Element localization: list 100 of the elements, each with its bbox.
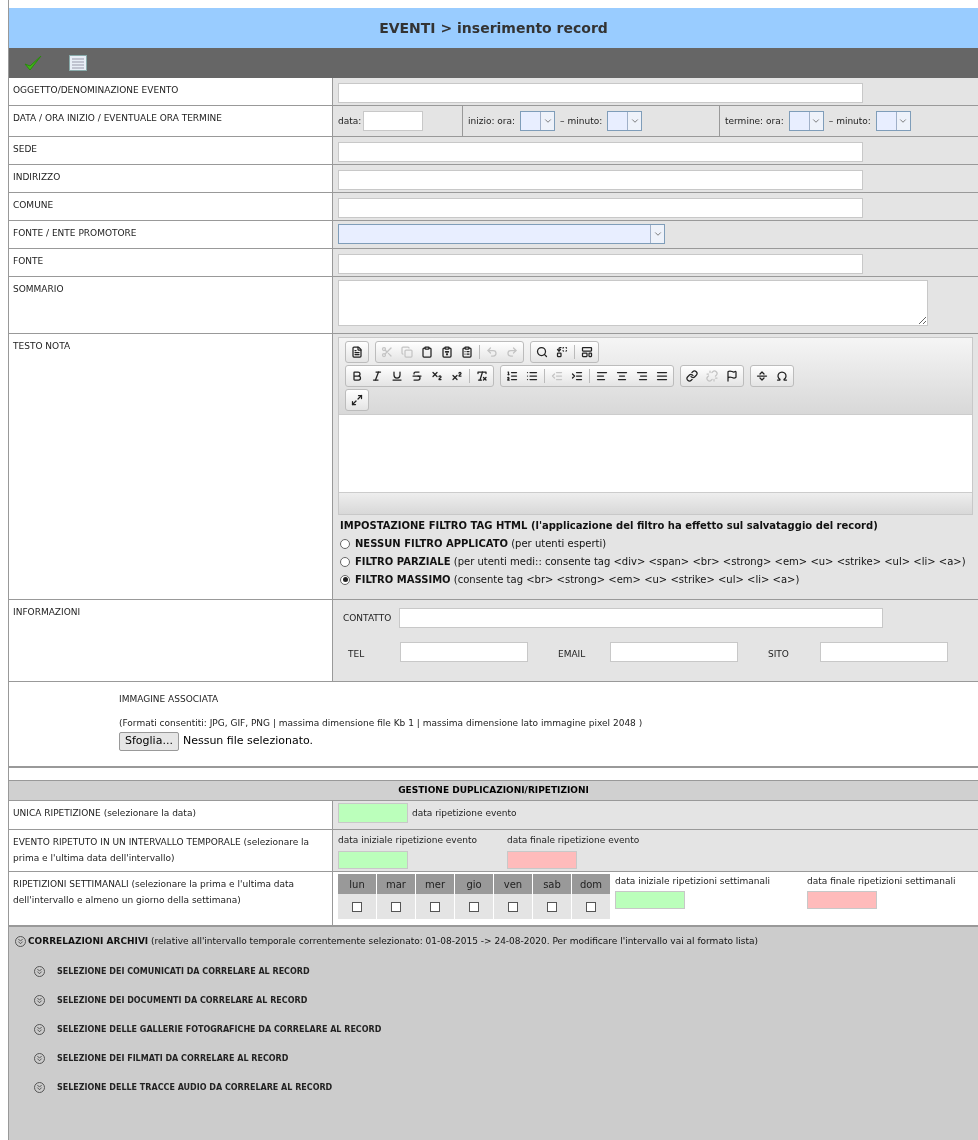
unlink-icon [706, 370, 718, 382]
clipboard-icon [421, 346, 433, 358]
replace-icon [556, 346, 568, 358]
expand-icon[interactable] [34, 966, 45, 977]
field-label: RIPETIZIONI SETTIMANALI (selezionare la prima e l'ultima data dell'intervallo e almeno un giorno della settimana) [13, 879, 295, 905]
page-title: EVENTI > inserimento record [379, 18, 608, 38]
filter-option: FILTRO MASSIMO (consente tag <br> <strong> <em> <u> <strike> <ul> <li> <a>) [355, 572, 800, 587]
radio-button[interactable] [340, 556, 350, 567]
field-label: data iniziale ripetizioni settimanali [615, 875, 772, 888]
bold-icon [351, 370, 363, 382]
checkbox[interactable] [352, 901, 362, 912]
filter-title: IMPOSTAZIONE FILTRO TAG HTML (l'applicazione del filtro ha effetto sul salvataggio del record) [340, 519, 879, 533]
weekday-header: mar [377, 874, 415, 894]
contact-input[interactable] [820, 642, 948, 662]
date-input[interactable] [338, 803, 408, 823]
checkbox[interactable] [508, 901, 518, 912]
checkbox[interactable] [586, 901, 596, 912]
checkbox[interactable] [391, 901, 401, 912]
maximize-icon [351, 394, 363, 406]
align-right-icon [636, 370, 648, 382]
checkbox[interactable] [547, 901, 557, 912]
chevron-down-icon [542, 116, 553, 126]
field-label: data: [338, 115, 362, 128]
date-input[interactable] [506, 851, 577, 869]
hour-dropdown[interactable] [520, 111, 556, 131]
field-label: UNICA RIPETIZIONE (selezionare la data) [13, 808, 196, 818]
section-title: GESTIONE DUPLICAZIONI/RIPETIZIONI [398, 783, 589, 797]
superscript-icon [451, 370, 463, 382]
text-input[interactable] [338, 198, 863, 218]
correlation-link[interactable]: SELEZIONE DELLE TRACCE AUDIO DA CORRELARE AL RECORD [57, 1081, 333, 1094]
outdent-icon [551, 370, 563, 382]
align-center-icon [616, 370, 628, 382]
dropdown[interactable] [338, 224, 665, 244]
file-status: Nessun file selezionato. [182, 733, 313, 749]
clipboard-text-icon [441, 346, 453, 358]
link-icon [686, 370, 698, 382]
date-input[interactable] [338, 851, 408, 869]
numbered-list-icon [506, 370, 518, 382]
filter-option: FILTRO PARZIALE (per utenti medi:: consente tag <div> <span> <br> <strong> <em> <u> <strike> <ul> <li> <a>) [355, 554, 966, 569]
chevron-down-icon [629, 116, 640, 126]
radio-button[interactable] [340, 538, 350, 549]
checkmark-icon[interactable] [23, 54, 43, 72]
field-label: data ripetizione evento [412, 807, 517, 820]
correlation-link[interactable]: SELEZIONE DEI FILMATI DA CORRELARE AL RECORD [57, 1052, 289, 1065]
copy-icon [401, 346, 413, 358]
field-label: INDIRIZZO [13, 172, 61, 182]
minute-dropdown[interactable] [875, 111, 911, 131]
weekday-header: lun [338, 874, 376, 894]
checkbox[interactable] [469, 901, 479, 912]
weekday-header: dom [572, 874, 610, 894]
minute-dropdown[interactable] [607, 111, 643, 131]
field-label: EVENTO RIPETUTO IN UN INTERVALLO TEMPORALE (selezionare la prima e l'ultima data dell'intervallo) [13, 837, 310, 863]
flag-icon [726, 370, 738, 382]
contact-input[interactable] [400, 642, 528, 662]
filter-option: NESSUN FILTRO APPLICATO (per utenti esperti) [355, 536, 607, 551]
expand-icon[interactable] [34, 1053, 45, 1064]
field-label: COMUNE [13, 200, 54, 210]
indent-icon [571, 370, 583, 382]
scissors-icon [381, 346, 393, 358]
field-label: SEDE [13, 144, 38, 154]
date-input[interactable] [615, 891, 685, 909]
correlation-link[interactable]: SELEZIONE DEI COMUNICATI DA CORRELARE AL RECORD [57, 965, 310, 978]
field-label: inizio: ora: [468, 115, 516, 128]
field-label: data finale ripetizioni settimanali [807, 875, 957, 888]
text-input[interactable] [338, 170, 863, 190]
expand-icon[interactable] [34, 995, 45, 1006]
contact-input[interactable] [610, 642, 738, 662]
radio-button[interactable] [340, 574, 350, 585]
italic-icon [371, 370, 383, 382]
text-input[interactable] [338, 254, 863, 274]
correlation-link[interactable]: SELEZIONE DEI DOCUMENTI DA CORRELARE AL RECORD [57, 994, 308, 1007]
weekday-header: ven [494, 874, 532, 894]
weekday-header: sab [533, 874, 571, 894]
field-label: (Formati consentiti: JPG, GIF, PNG | massima dimensione file Kb 1 | massima dimensione lato immagine pixel 2048 ) [119, 717, 644, 730]
hour-dropdown[interactable] [788, 111, 824, 131]
chevron-down-icon [811, 116, 822, 126]
expand-icon[interactable] [34, 1082, 45, 1093]
chevron-down-icon [652, 229, 663, 239]
field-label: SOMMARIO [13, 284, 64, 294]
text-input[interactable] [338, 142, 863, 162]
document-icon [351, 346, 363, 358]
undo-icon [486, 346, 498, 358]
date-input[interactable] [363, 111, 424, 131]
expand-icon[interactable] [34, 1024, 45, 1035]
strikethrough-icon [411, 370, 423, 382]
field-label: OGGETTO/DENOMINAZIONE EVENTO [13, 85, 179, 95]
correlation-link[interactable]: SELEZIONE DELLE GALLERIE FOTOGRAFICHE DA CORRELARE AL RECORD [57, 1023, 382, 1036]
field-label: data iniziale ripetizione evento [338, 834, 477, 847]
checkbox[interactable] [430, 901, 440, 912]
field-label: INFORMAZIONI [13, 607, 81, 617]
redo-icon [506, 346, 518, 358]
date-input[interactable] [807, 891, 877, 909]
field-label: – minuto: [560, 115, 603, 128]
field-label: termine: ora: [725, 115, 784, 128]
contact-input[interactable] [399, 608, 884, 628]
text-input[interactable] [338, 83, 863, 103]
browse-button[interactable]: Sfoglia... [119, 732, 179, 751]
field-label: EMAIL [558, 649, 586, 659]
omega-icon [776, 370, 788, 382]
underline-icon [391, 370, 403, 382]
